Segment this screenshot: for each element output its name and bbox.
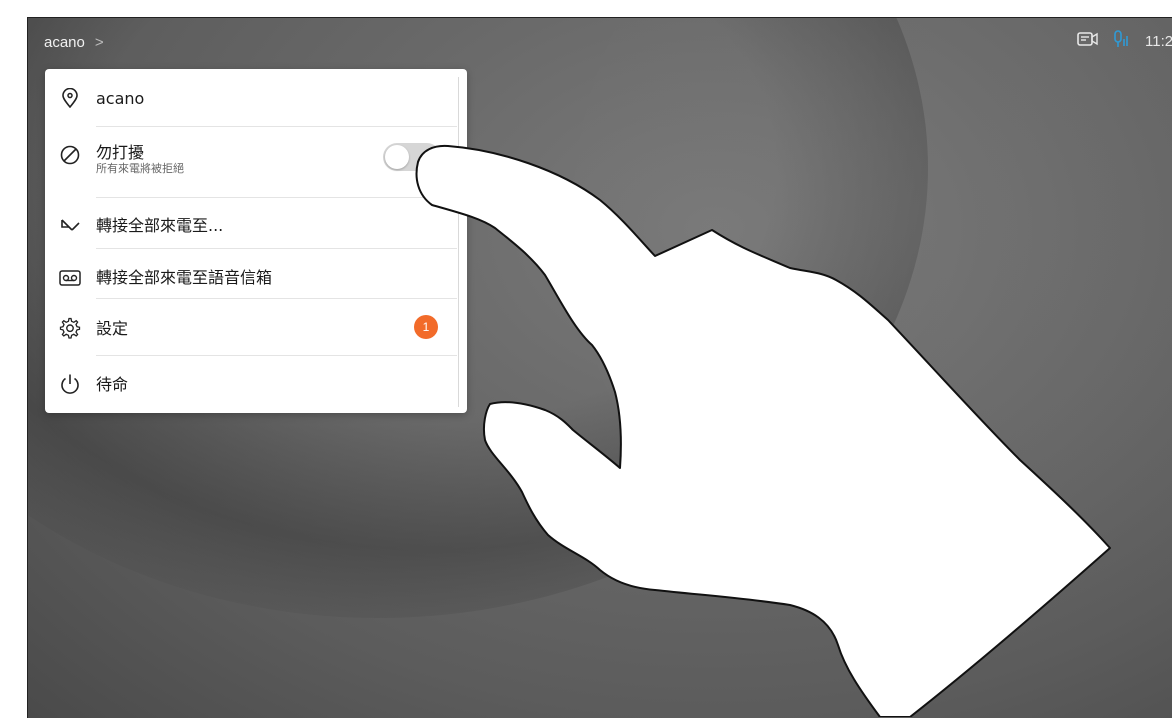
chevron-right-icon: >: [94, 34, 104, 51]
menu-divider: [96, 197, 457, 198]
menu-item-label: 轉接全部來電至...: [96, 216, 224, 235]
menu-item-label: acano: [96, 88, 145, 108]
location-pin-icon: [59, 87, 81, 109]
menu-item-do-not-disturb[interactable]: 勿打擾 所有來電將被拒絕: [45, 135, 457, 179]
gear-icon: [59, 317, 81, 339]
notification-badge: 1: [414, 315, 438, 339]
breadcrumb[interactable]: acano >: [44, 34, 104, 51]
clock-time: 11:28: [1145, 32, 1172, 50]
top-bar: acano > 11:28: [28, 18, 1172, 66]
menu-divider: [96, 355, 457, 356]
menu-item-settings[interactable]: 設定 1: [45, 312, 457, 342]
power-icon: [59, 373, 81, 395]
menu-item-label: 轉接全部來電至語音信箱: [96, 268, 273, 287]
menu-item-standby[interactable]: 待命: [45, 368, 457, 398]
menu-divider: [96, 298, 457, 299]
settings-menu-panel: acano 勿打擾 所有來電將被拒絕 轉接全部來電至... 轉接全部來電至語音信…: [45, 69, 467, 413]
do-not-disturb-toggle[interactable]: [383, 143, 441, 171]
status-area: 11:28: [1077, 30, 1172, 52]
background-highlight: [573, 18, 1172, 668]
microphone-icon[interactable]: [1113, 30, 1131, 52]
menu-item-sublabel: 所有來電將被拒絕: [96, 162, 184, 175]
do-not-disturb-icon: [59, 144, 81, 166]
call-forward-icon: [59, 215, 81, 237]
menu-item-forward-voicemail[interactable]: 轉接全部來電至語音信箱: [45, 261, 457, 291]
touch-panel-screen: acano > 11:28: [27, 17, 1172, 718]
menu-item-forward-calls[interactable]: 轉接全部來電至...: [45, 209, 457, 239]
breadcrumb-label[interactable]: acano: [44, 34, 85, 51]
menu-divider: [96, 126, 457, 127]
menu-divider: [96, 248, 457, 249]
menu-item-label: 待命: [96, 375, 129, 394]
menu-item-label: 設定: [96, 319, 129, 338]
camera-icon[interactable]: [1077, 31, 1099, 51]
voicemail-icon: [59, 267, 81, 289]
toggle-knob: [385, 145, 409, 169]
menu-scrollbar[interactable]: [458, 77, 459, 407]
menu-item-system-name[interactable]: acano: [45, 83, 457, 113]
